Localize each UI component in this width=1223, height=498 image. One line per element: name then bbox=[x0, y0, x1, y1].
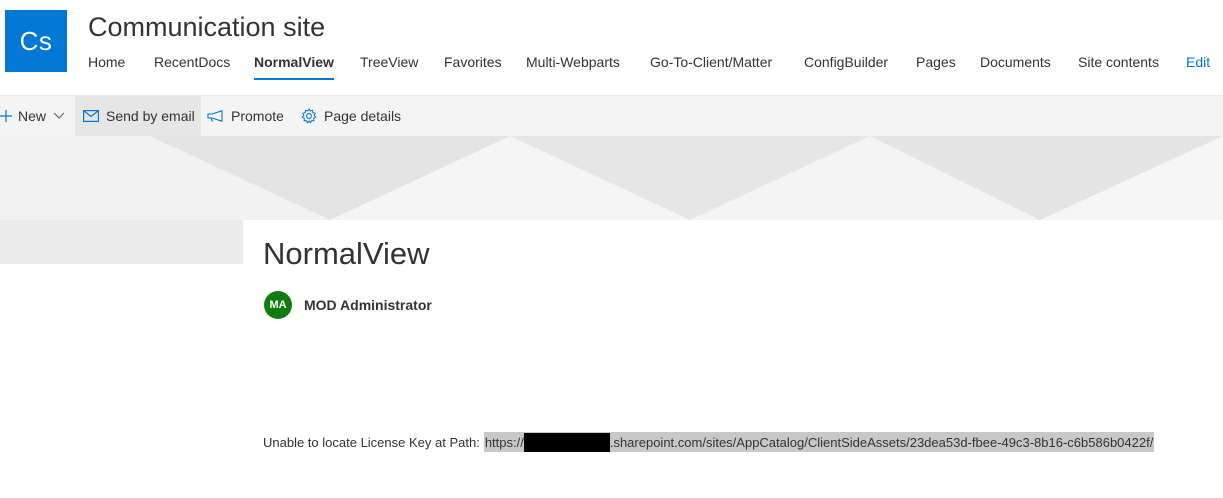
nav-item-configbuilder[interactable]: ConfigBuilder bbox=[804, 54, 888, 70]
site-header: Cs Communication site Home RecentDocs No… bbox=[0, 0, 1223, 96]
page-details-button[interactable]: Page details bbox=[300, 96, 404, 136]
banner-pattern bbox=[0, 136, 1223, 220]
license-error-message: Unable to locate License Key at Path: ht… bbox=[263, 432, 1155, 452]
gear-icon bbox=[300, 107, 318, 125]
author-byline[interactable]: MA MOD Administrator bbox=[264, 291, 432, 319]
nav-item-go-to-client-matter[interactable]: Go-To-Client/Matter bbox=[650, 54, 772, 70]
megaphone-icon bbox=[207, 107, 225, 125]
nav-item-pages[interactable]: Pages bbox=[916, 54, 956, 70]
chevron-down-icon[interactable] bbox=[50, 107, 68, 125]
nav-item-recentdocs[interactable]: RecentDocs bbox=[154, 54, 230, 70]
page-banner bbox=[0, 136, 1223, 220]
nav-item-documents[interactable]: Documents bbox=[980, 54, 1051, 70]
plus-icon bbox=[0, 107, 12, 125]
command-bar: New Send by email Promote Page details bbox=[0, 96, 1223, 136]
mail-icon bbox=[82, 107, 100, 125]
license-path[interactable]: https:// .sharepoint.com/sites/AppCatalo… bbox=[483, 432, 1155, 452]
send-by-email-button[interactable]: Send by email bbox=[75, 96, 201, 136]
new-button[interactable]: New bbox=[0, 96, 72, 136]
redacted-tenant-block bbox=[523, 432, 610, 452]
nav-edit-link[interactable]: Edit bbox=[1186, 54, 1210, 70]
site-navigation: Home RecentDocs NormalView TreeView Favo… bbox=[88, 54, 1218, 80]
site-logo[interactable]: Cs bbox=[5, 10, 67, 72]
author-name[interactable]: MOD Administrator bbox=[304, 297, 432, 313]
nav-item-favorites[interactable]: Favorites bbox=[444, 54, 502, 70]
promote-label: Promote bbox=[231, 108, 284, 124]
license-path-prefix: https:// bbox=[484, 434, 524, 450]
banner-left-extension bbox=[0, 220, 243, 264]
nav-item-home[interactable]: Home bbox=[88, 54, 125, 70]
avatar[interactable]: MA bbox=[264, 291, 292, 319]
nav-item-treeview[interactable]: TreeView bbox=[360, 54, 418, 70]
license-path-suffix: .sharepoint.com/sites/AppCatalog/ClientS… bbox=[609, 434, 1154, 450]
license-message-text: Unable to locate License Key at Path: bbox=[263, 434, 480, 450]
page-details-label: Page details bbox=[324, 108, 402, 124]
nav-item-site-contents[interactable]: Site contents bbox=[1078, 54, 1159, 70]
new-button-label: New bbox=[18, 108, 47, 124]
nav-item-multi-webparts[interactable]: Multi-Webparts bbox=[526, 54, 620, 70]
nav-item-normalview[interactable]: NormalView bbox=[254, 54, 334, 80]
site-title[interactable]: Communication site bbox=[88, 12, 325, 43]
page-title: NormalView bbox=[263, 236, 430, 271]
send-by-email-label: Send by email bbox=[106, 108, 195, 124]
promote-button[interactable]: Promote bbox=[207, 96, 293, 136]
